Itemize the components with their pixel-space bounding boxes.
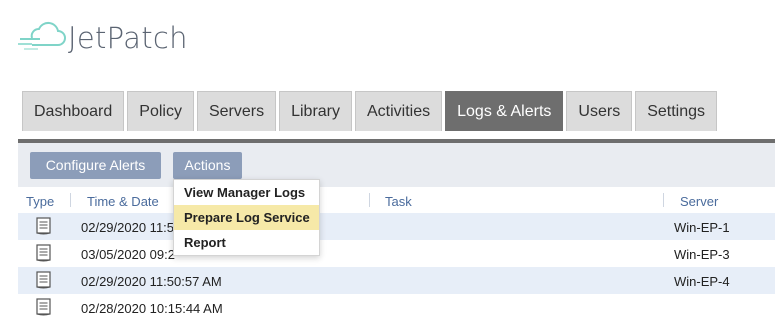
row-time: 02/29/2020 11:50:57 AM <box>81 274 222 289</box>
menu-item-view-manager-logs[interactable]: View Manager Logs <box>174 180 319 205</box>
column-header-type[interactable]: Type <box>26 194 54 209</box>
row-time: 03/05/2020 09:2 <box>81 247 175 262</box>
column-header-task[interactable]: Task <box>385 194 412 209</box>
tab-library[interactable]: Library <box>279 91 352 131</box>
main-nav-tabs: Dashboard Policy Servers Library Activit… <box>22 91 720 133</box>
log-document-icon <box>36 271 51 289</box>
tab-settings[interactable]: Settings <box>635 91 717 131</box>
actions-button[interactable]: Actions <box>173 152 242 179</box>
table-row[interactable]: 02/29/2020 11:5 Win-EP-1 <box>18 213 775 240</box>
row-time: 02/29/2020 11:5 <box>81 220 175 235</box>
actions-dropdown-menu: View Manager Logs Prepare Log Service Re… <box>173 179 320 256</box>
tab-users[interactable]: Users <box>566 91 633 131</box>
table-row[interactable]: 02/28/2020 10:15:44 AM <box>18 294 775 321</box>
log-document-icon <box>36 298 51 316</box>
menu-item-report[interactable]: Report <box>174 230 319 255</box>
log-document-icon <box>36 244 51 262</box>
brand-logo: JetPatch <box>18 18 188 58</box>
column-header-server[interactable]: Server <box>680 194 718 209</box>
table-header: Type Time & Date Task Server <box>18 188 775 214</box>
tab-dashboard[interactable]: Dashboard <box>22 91 125 131</box>
column-separator <box>663 193 664 207</box>
cloud-icon <box>18 21 66 50</box>
table-row[interactable]: 02/29/2020 11:50:57 AM Win-EP-4 <box>18 267 775 294</box>
row-server: Win-EP-4 <box>674 274 730 289</box>
column-separator <box>70 193 71 207</box>
row-time: 02/28/2020 10:15:44 AM <box>81 301 223 316</box>
tab-activities[interactable]: Activities <box>355 91 443 131</box>
toolbar: Configure Alerts Actions <box>18 143 775 187</box>
brand-name: JetPatch <box>68 21 188 55</box>
tab-policy[interactable]: Policy <box>127 91 194 131</box>
row-server: Win-EP-1 <box>674 220 730 235</box>
table-row[interactable]: 03/05/2020 09:2 Win-EP-3 <box>18 240 775 267</box>
column-separator <box>369 193 370 207</box>
tab-logs-alerts[interactable]: Logs & Alerts <box>445 91 564 131</box>
row-server: Win-EP-3 <box>674 247 730 262</box>
configure-alerts-button[interactable]: Configure Alerts <box>30 152 161 179</box>
log-document-icon <box>36 217 51 235</box>
column-header-time[interactable]: Time & Date <box>87 194 159 209</box>
tab-servers[interactable]: Servers <box>196 91 277 131</box>
menu-item-prepare-log-service[interactable]: Prepare Log Service <box>174 205 319 230</box>
